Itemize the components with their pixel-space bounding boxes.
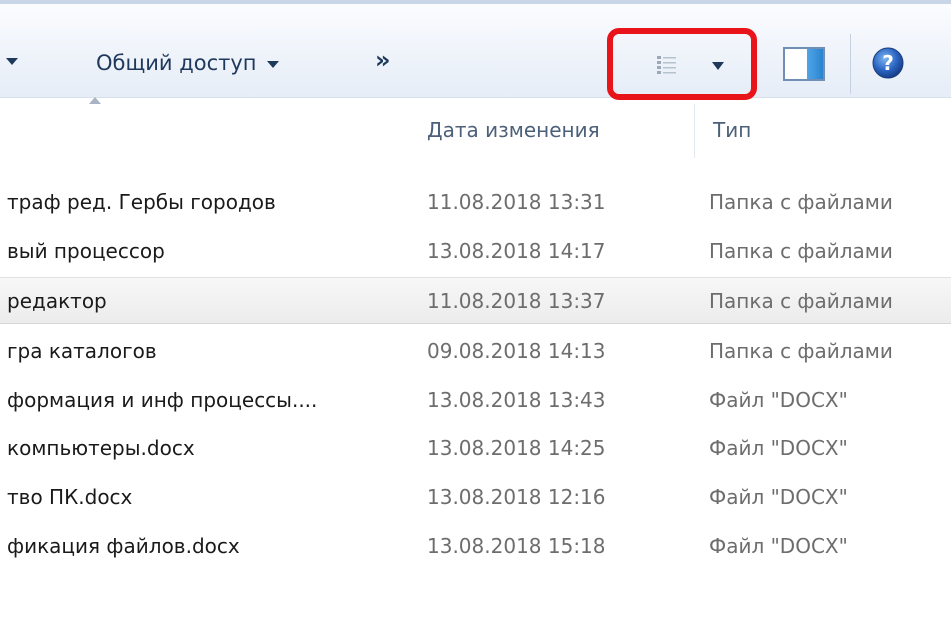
file-row[interactable]: фикация файлов.docx 13.08.2018 15:18 Фай… xyxy=(0,523,951,570)
share-with-button[interactable]: Общий доступ xyxy=(96,48,279,78)
file-name: траф ред. Гербы городов xyxy=(7,190,276,214)
file-date: 11.08.2018 13:37 xyxy=(427,289,606,313)
file-date: 09.08.2018 14:13 xyxy=(427,339,606,363)
file-type: Файл "DOCX" xyxy=(709,485,848,509)
file-date: 13.08.2018 14:17 xyxy=(427,239,606,263)
file-row[interactable]: формация и инф процессы.... 13.08.2018 1… xyxy=(0,377,951,424)
file-type: Папка с файлами xyxy=(709,190,893,214)
file-type: Файл "DOCX" xyxy=(709,388,848,412)
file-row[interactable]: траф ред. Гербы городов 11.08.2018 13:31… xyxy=(0,179,951,226)
file-row-selected[interactable]: редактор 11.08.2018 13:37 Папка с файлам… xyxy=(0,277,951,324)
preview-pane-button[interactable] xyxy=(773,39,839,91)
help-icon: ? xyxy=(872,47,904,79)
file-date: 13.08.2018 13:43 xyxy=(427,388,606,412)
file-row[interactable]: компьютеры.docx 13.08.2018 14:25 Файл "D… xyxy=(0,425,951,472)
column-divider[interactable] xyxy=(694,104,695,158)
sort-indicator-icon xyxy=(89,97,101,104)
preview-pane-fill xyxy=(807,49,823,79)
organize-dropdown-arrow-icon[interactable] xyxy=(6,58,18,65)
more-commands-button[interactable]: » xyxy=(375,46,391,74)
file-name: гра каталогов xyxy=(7,339,157,363)
file-name: компьютеры.docx xyxy=(7,436,195,460)
file-name: тво ПК.docx xyxy=(7,485,133,509)
file-name: формация и инф процессы.... xyxy=(7,388,318,412)
file-date: 13.08.2018 15:18 xyxy=(427,534,606,558)
file-name: вый процессор xyxy=(7,239,165,263)
file-row[interactable]: вый процессор 13.08.2018 14:17 Папка с ф… xyxy=(0,228,951,275)
file-type: Файл "DOCX" xyxy=(709,436,848,460)
share-with-label: Общий доступ xyxy=(96,51,257,75)
column-header-type[interactable]: Тип xyxy=(713,102,751,158)
help-button[interactable]: ? xyxy=(871,46,905,84)
chevron-down-icon xyxy=(266,61,279,68)
svg-text:?: ? xyxy=(882,51,894,75)
file-type: Файл "DOCX" xyxy=(709,534,848,558)
column-header-date[interactable]: Дата изменения xyxy=(427,102,600,158)
file-name: редактор xyxy=(7,289,107,313)
views-highlight-annotation xyxy=(607,28,757,100)
file-type: Папка с файлами xyxy=(709,239,893,263)
file-date: 11.08.2018 13:31 xyxy=(427,190,606,214)
toolbar-divider xyxy=(850,34,851,94)
command-bar: Общий доступ » ? xyxy=(0,0,951,100)
file-row[interactable]: гра каталогов 09.08.2018 14:13 Папка с ф… xyxy=(0,328,951,375)
file-type: Папка с файлами xyxy=(709,289,893,313)
file-type: Папка с файлами xyxy=(709,339,893,363)
file-row[interactable]: тво ПК.docx 13.08.2018 12:16 Файл "DOCX" xyxy=(0,474,951,521)
file-date: 13.08.2018 12:16 xyxy=(427,485,606,509)
file-date: 13.08.2018 14:25 xyxy=(427,436,606,460)
file-name: фикация файлов.docx xyxy=(7,534,240,558)
